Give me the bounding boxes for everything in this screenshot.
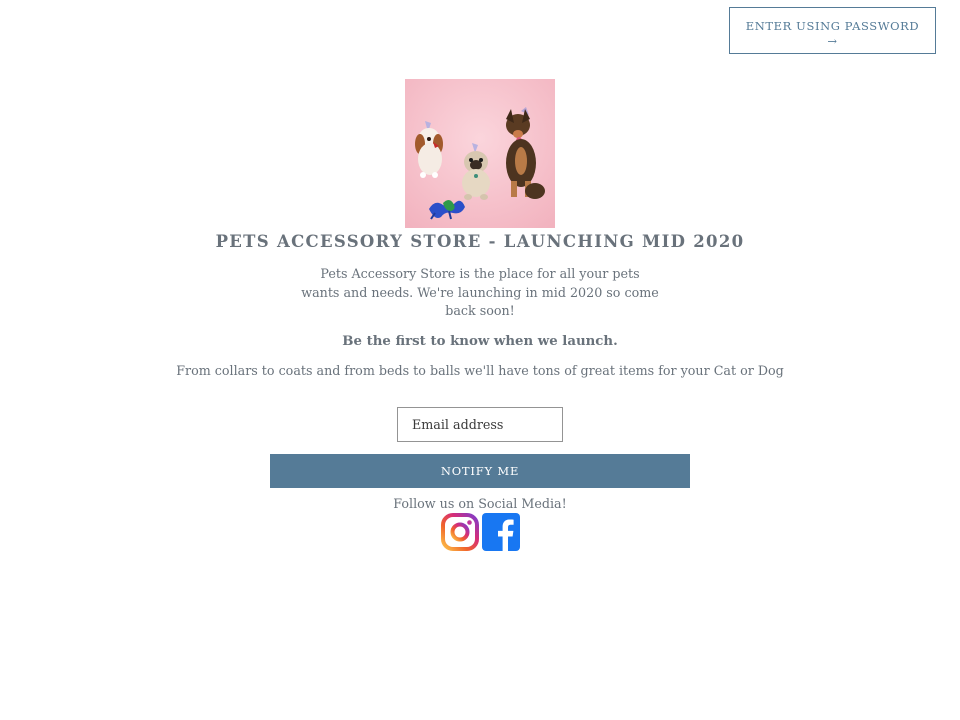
email-input[interactable] <box>397 407 563 442</box>
store-subtext: From collars to coats and from beds to b… <box>176 363 784 378</box>
enter-password-button[interactable]: ENTER USING PASSWORD → <box>729 7 936 54</box>
page-title: PETS ACCESSORY STORE - LAUNCHING MID 202… <box>215 232 745 251</box>
instagram-icon[interactable] <box>441 513 479 551</box>
enter-password-label: ENTER USING PASSWORD <box>745 19 920 33</box>
arrow-right-icon: → <box>827 34 838 48</box>
facebook-icon[interactable] <box>482 513 520 551</box>
hero-image-dogs <box>405 79 555 228</box>
store-description: Pets Accessory Store is the place for al… <box>301 266 659 318</box>
notify-me-button[interactable]: NOTIFY ME <box>270 454 690 488</box>
follow-us-text: Follow us on Social Media! <box>393 496 567 511</box>
cta-heading: Be the first to know when we launch. <box>342 334 618 349</box>
